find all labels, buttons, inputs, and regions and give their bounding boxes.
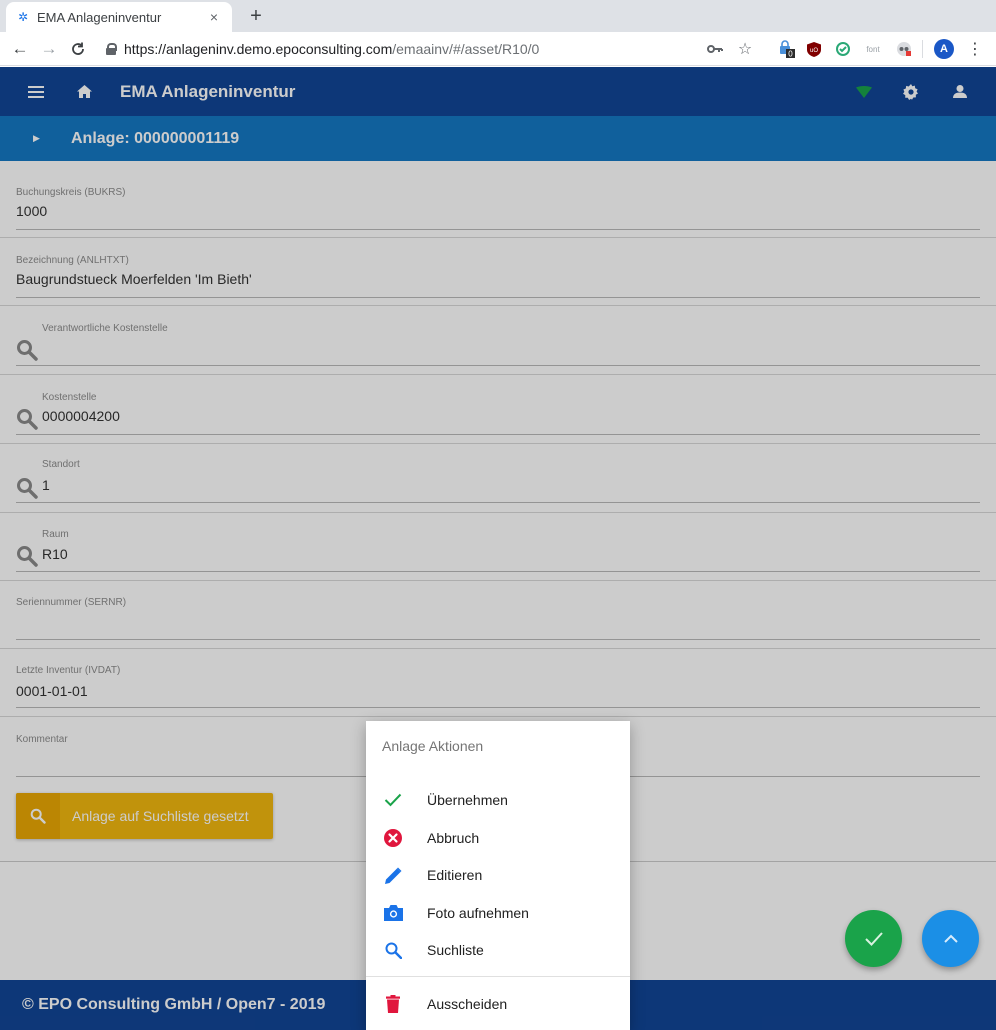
action-editieren[interactable]: Editieren [366, 856, 630, 894]
browser-tabstrip: ✲ EMA Anlageninventur × + [0, 0, 996, 32]
url-host: https://anlageninv.demo.epoconsulting.co… [124, 41, 393, 57]
tab-title: EMA Anlageninventur [37, 9, 162, 25]
reload-button[interactable] [64, 35, 92, 63]
action-label: Foto aufnehmen [427, 905, 529, 921]
address-bar[interactable]: https://anlageninv.demo.epoconsulting.co… [106, 35, 756, 63]
pencil-icon [383, 865, 403, 885]
browser-tab[interactable]: ✲ EMA Anlageninventur × [6, 2, 232, 32]
scroll-top-fab-button[interactable] [922, 910, 979, 967]
camera-icon [383, 903, 403, 923]
check-icon [383, 790, 403, 810]
browser-toolbar: ← → https://anlageninv.demo.epoconsultin… [0, 32, 996, 66]
extension-badge: 0 [788, 50, 793, 59]
ublock-icon[interactable]: uO [803, 32, 825, 66]
action-label: Ausscheiden [427, 996, 508, 1012]
new-tab-button[interactable]: + [244, 4, 268, 28]
profile-initial: A [934, 39, 954, 59]
check-icon [864, 931, 883, 946]
action-uebernehmen[interactable]: Übernehmen [366, 781, 630, 819]
url-path: /emaainv/#/asset/R10/0 [392, 41, 540, 57]
action-abbruch[interactable]: Abbruch [366, 819, 630, 857]
font-extension-icon[interactable]: font [860, 32, 886, 66]
profile-avatar[interactable]: A [933, 32, 955, 66]
reload-icon [72, 42, 84, 55]
favicon-icon: ✲ [17, 10, 29, 24]
lock-icon [106, 43, 117, 55]
checker-extension-icon[interactable] [832, 32, 854, 66]
action-ausscheiden[interactable]: Ausscheiden [366, 985, 630, 1023]
action-label: Editieren [427, 867, 483, 883]
confirm-fab-button[interactable] [845, 910, 902, 967]
cancel-circle-icon [383, 828, 403, 848]
bookmark-star-icon[interactable]: ☆ [734, 32, 756, 66]
extension-lock-icon[interactable]: 0 [776, 32, 798, 66]
tab-close-icon[interactable]: × [206, 9, 222, 25]
action-sheet-title: Anlage Aktionen [382, 738, 484, 754]
browser-menu-icon[interactable]: ⋮ [964, 32, 986, 66]
svg-text:uO: uO [810, 48, 818, 54]
action-suchliste[interactable]: Suchliste [366, 931, 630, 969]
back-button[interactable]: ← [6, 35, 34, 63]
trash-icon [383, 994, 403, 1014]
action-label: Abbruch [427, 830, 480, 846]
incognito-extension-icon[interactable] [893, 32, 915, 66]
action-foto-aufnehmen[interactable]: Foto aufnehmen [366, 894, 630, 932]
action-label: Suchliste [427, 942, 484, 958]
forward-button[interactable]: → [35, 35, 63, 63]
key-icon[interactable] [704, 32, 726, 66]
action-sheet: Anlage Aktionen Übernehmen Abbruch Editi… [366, 721, 630, 1030]
action-label: Übernehmen [427, 792, 508, 808]
chevron-up-icon [943, 934, 958, 943]
action-sheet-divider [366, 976, 630, 977]
search-icon [383, 940, 403, 960]
toolbar-divider [922, 40, 923, 58]
